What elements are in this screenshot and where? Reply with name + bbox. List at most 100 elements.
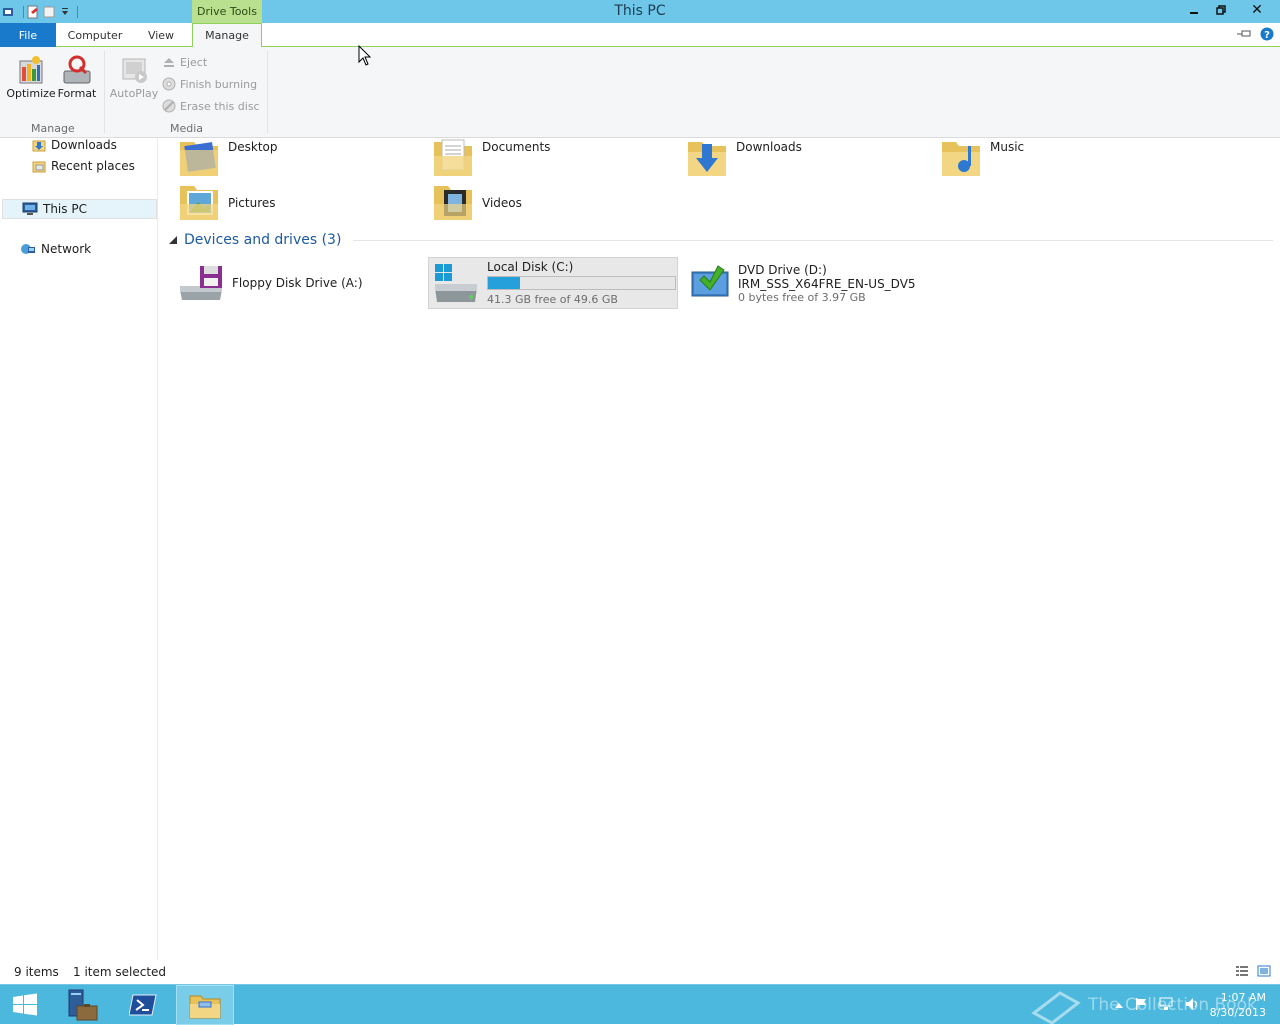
folder-downloads[interactable]: Downloads	[686, 134, 802, 180]
ribbon-options: ?	[1236, 27, 1274, 44]
desktop-folder-icon	[180, 142, 218, 176]
server-manager-button[interactable]	[56, 985, 106, 1025]
format-icon	[63, 55, 91, 84]
quick-access-toolbar	[0, 0, 78, 23]
nav-item-this-pc[interactable]: This PC	[2, 199, 157, 219]
ribbon-panel: Optimize Format AutoPlay Eject Finish bu…	[0, 47, 1280, 138]
status-bar: 9 items 1 item selected	[0, 960, 1280, 984]
volume-icon[interactable]	[1184, 997, 1200, 1014]
mouse-cursor-icon	[358, 45, 372, 66]
erase-disc-label: Erase this disc	[180, 99, 260, 113]
action-center-flag-icon[interactable]	[1134, 997, 1148, 1014]
restore-button[interactable]	[1207, 0, 1234, 20]
window-system-icon[interactable]	[2, 5, 16, 19]
minimize-icon	[1189, 12, 1198, 14]
drive-dvd-d[interactable]: DVD Drive (D:) IRM_SSS_X64FRE_EN-US_DV5 …	[688, 257, 916, 309]
windows-logo-icon	[13, 993, 37, 1016]
downloads-icon	[32, 140, 46, 152]
disk-usage-fill	[488, 277, 520, 289]
floppy-drive-icon	[180, 266, 222, 300]
nav-item-network[interactable]: Network	[20, 242, 91, 256]
minimize-button[interactable]	[1180, 0, 1207, 20]
file-explorer-button[interactable]	[176, 985, 234, 1025]
optimize-icon	[19, 56, 43, 84]
optimize-label: Optimize	[6, 87, 56, 100]
collapse-arrow-icon[interactable]	[168, 235, 178, 245]
help-icon[interactable]: ?	[1260, 27, 1274, 44]
watermark-logo	[1031, 991, 1081, 1025]
qat-divider	[74, 5, 78, 18]
dvd-drive-icon	[691, 265, 729, 297]
finish-burning-icon	[162, 77, 176, 91]
tab-view[interactable]: View	[140, 23, 182, 47]
folder-label: Pictures	[228, 196, 276, 210]
clock[interactable]: 1:07 AM 8/30/2013	[1210, 990, 1266, 1020]
network-icon	[21, 244, 35, 254]
drive-local-disk-c[interactable]: Local Disk (C:) 41.3 GB free of 49.6 GB	[428, 257, 678, 309]
section-divider	[353, 239, 1273, 241]
ribbon-group-divider	[104, 51, 105, 133]
music-folder-icon	[942, 142, 980, 176]
nav-item-downloads[interactable]: Downloads	[32, 138, 117, 152]
title-bar: Drive Tools This PC ✕	[0, 0, 1280, 23]
selection-count: 1 item selected	[73, 965, 167, 979]
drive-name: DVD Drive (D:)	[738, 262, 827, 277]
powershell-icon	[129, 994, 157, 1016]
eject-icon	[164, 58, 174, 67]
clock-time: 1:07 AM	[1220, 991, 1266, 1004]
nav-label: This PC	[43, 202, 87, 216]
drive-volume-label: IRM_SSS_X64FRE_EN-US_DV5	[738, 276, 916, 291]
folder-desktop[interactable]: Desktop	[178, 134, 278, 180]
folder-documents[interactable]: Documents	[432, 134, 550, 180]
videos-folder-icon	[434, 186, 472, 220]
window-controls: ✕	[1180, 0, 1280, 21]
close-button[interactable]: ✕	[1234, 0, 1280, 20]
folder-label: Desktop	[228, 140, 278, 154]
powershell-button[interactable]	[118, 985, 168, 1025]
autoplay-label: AutoPlay	[109, 87, 159, 100]
svg-text:?: ?	[1264, 30, 1270, 41]
folder-videos[interactable]: Videos	[432, 178, 522, 224]
drive-free-space: 41.3 GB free of 49.6 GB	[487, 293, 618, 306]
autoplay-button[interactable]: AutoPlay	[110, 53, 158, 111]
disk-usage-bar	[487, 276, 676, 290]
tab-computer[interactable]: Computer	[60, 23, 130, 47]
eject-button[interactable]: Eject	[162, 53, 207, 71]
qat-divider	[18, 5, 24, 18]
drive-floppy[interactable]: Floppy Disk Drive (A:)	[176, 257, 363, 309]
folder-music[interactable]: Music	[940, 134, 1024, 180]
start-button[interactable]	[0, 985, 50, 1025]
drive-name: Local Disk (C:)	[487, 260, 574, 274]
show-hidden-icons-icon[interactable]	[1114, 998, 1124, 1012]
properties-icon[interactable]	[26, 5, 40, 19]
large-icons-view-icon[interactable]	[1257, 965, 1271, 980]
tab-file[interactable]: File	[0, 23, 56, 47]
restore-icon	[1215, 5, 1226, 15]
erase-disc-button[interactable]: Erase this disc	[162, 97, 260, 115]
optimize-button[interactable]: Optimize	[6, 53, 56, 111]
finish-burning-button[interactable]: Finish burning	[162, 75, 257, 93]
folder-label: Downloads	[736, 140, 802, 154]
item-count: 9 items	[14, 965, 59, 979]
pin-ribbon-icon[interactable]	[1236, 28, 1252, 43]
format-label: Format	[57, 87, 97, 100]
format-button[interactable]: Format	[53, 53, 101, 111]
devices-section-header[interactable]: Devices and drives (3)	[168, 232, 1273, 248]
folder-label: Documents	[482, 140, 551, 154]
details-view-icon[interactable]	[1235, 965, 1249, 980]
ribbon-tab-row: File Computer View Manage ?	[0, 23, 1280, 48]
new-folder-icon[interactable]	[42, 5, 56, 19]
group-label-manage: Manage	[31, 122, 75, 135]
close-icon: ✕	[1251, 2, 1263, 18]
nav-label: Network	[41, 242, 92, 256]
dvd-info: DVD Drive (D:) IRM_SSS_X64FRE_EN-US_DV5 …	[738, 263, 916, 304]
folder-pictures[interactable]: Pictures	[178, 178, 276, 224]
customize-toolbar-icon[interactable]	[58, 5, 72, 19]
nav-item-recent-places[interactable]: Recent places	[32, 159, 135, 173]
network-status-icon[interactable]	[1158, 997, 1174, 1014]
erase-disc-icon	[162, 99, 176, 113]
clock-date: 8/30/2013	[1209, 1006, 1266, 1019]
tab-manage[interactable]: Manage	[192, 23, 262, 48]
taskbar: The Collection Book 1:07 AM 8/30/2013	[0, 984, 1280, 1025]
system-tray: 1:07 AM 8/30/2013	[1114, 985, 1280, 1025]
